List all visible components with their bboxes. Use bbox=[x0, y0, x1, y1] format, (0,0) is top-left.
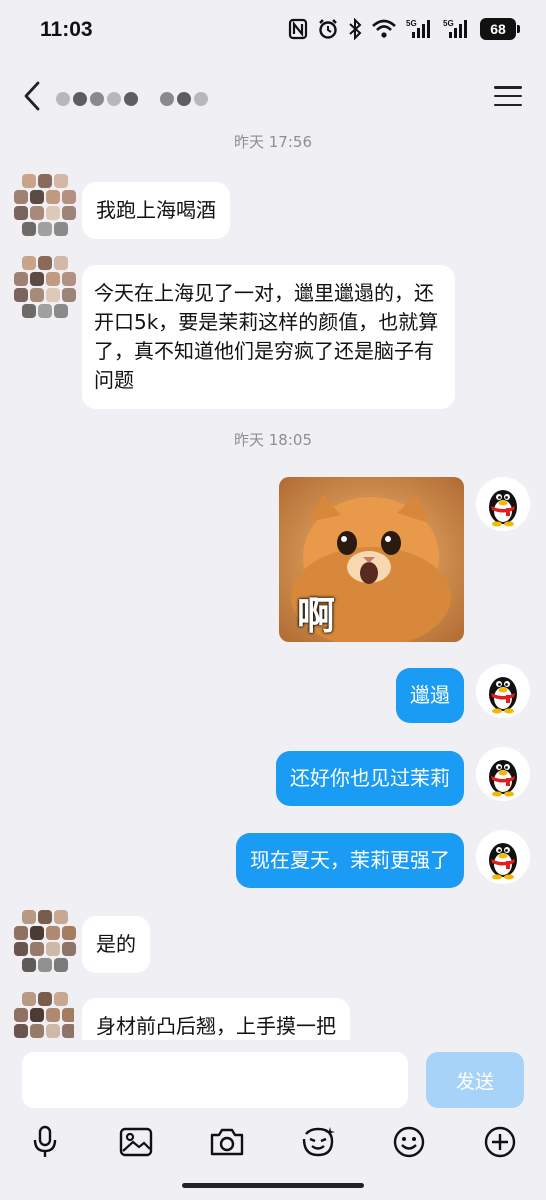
back-button[interactable] bbox=[14, 74, 50, 118]
camera-icon bbox=[210, 1128, 244, 1156]
sticker-button[interactable] bbox=[296, 1120, 340, 1164]
contact-avatar[interactable] bbox=[10, 256, 76, 322]
chevron-left-icon bbox=[24, 81, 40, 111]
camera-button[interactable] bbox=[205, 1120, 249, 1164]
contact-avatar[interactable] bbox=[10, 174, 76, 240]
contact-name-obscured[interactable] bbox=[56, 86, 208, 112]
penguin-icon bbox=[489, 843, 517, 880]
chat-header bbox=[0, 64, 546, 128]
photo-button[interactable] bbox=[114, 1120, 158, 1164]
status-time: 11:03 bbox=[40, 18, 93, 41]
message-input[interactable] bbox=[22, 1052, 408, 1108]
contact-avatar[interactable] bbox=[10, 910, 76, 976]
sticker-image[interactable]: 啊 bbox=[279, 477, 464, 642]
penguin-icon bbox=[489, 490, 517, 527]
menu-button[interactable] bbox=[494, 82, 522, 110]
bluetooth-icon bbox=[349, 18, 362, 40]
emoji-icon bbox=[393, 1126, 425, 1158]
my-avatar[interactable] bbox=[476, 664, 530, 718]
contact-avatar[interactable] bbox=[10, 992, 74, 1040]
sent-message[interactable]: 邋遢 bbox=[396, 668, 464, 723]
input-toolbar bbox=[0, 1120, 546, 1164]
microphone-icon bbox=[33, 1125, 57, 1157]
more-button[interactable] bbox=[478, 1120, 522, 1164]
hamburger-menu-icon bbox=[494, 86, 522, 89]
home-indicator[interactable] bbox=[182, 1183, 364, 1188]
voice-button[interactable] bbox=[23, 1120, 67, 1164]
penguin-icon bbox=[489, 677, 517, 714]
status-icons: 5G 5G 68 bbox=[288, 18, 520, 40]
image-icon bbox=[119, 1127, 153, 1157]
received-message[interactable]: 身材前凸后翘，上手摸一把 bbox=[82, 998, 350, 1040]
received-message[interactable]: 我跑上海喝酒 bbox=[82, 182, 230, 239]
timestamp: 昨天 18:05 bbox=[234, 431, 312, 449]
my-avatar[interactable] bbox=[476, 477, 530, 531]
emoji-button[interactable] bbox=[387, 1120, 431, 1164]
alarm-icon bbox=[319, 19, 337, 39]
input-area: 发送 bbox=[0, 1040, 546, 1200]
received-message[interactable]: 今天在上海见了一对，邋里邋遢的，还开口5k，要是茉莉这样的颜值，也就算了，真不知… bbox=[82, 265, 455, 409]
wifi-icon bbox=[372, 19, 396, 38]
penguin-icon bbox=[489, 760, 517, 797]
battery-indicator: 68 bbox=[480, 18, 520, 40]
plus-icon bbox=[484, 1126, 516, 1158]
timestamp: 昨天 17:56 bbox=[234, 133, 312, 151]
received-message[interactable]: 是的 bbox=[82, 916, 150, 973]
svg-text:5G: 5G bbox=[443, 19, 454, 28]
status-bar: 11:03 5G 5G 68 bbox=[0, 0, 546, 64]
signal-icon-2: 5G bbox=[443, 19, 467, 38]
send-button[interactable]: 发送 bbox=[426, 1052, 524, 1108]
nfc-icon bbox=[288, 18, 308, 40]
sticker-caption: 啊 bbox=[297, 594, 336, 638]
signal-icon-1: 5G bbox=[406, 19, 430, 38]
sent-message[interactable]: 还好你也见过茉莉 bbox=[276, 751, 464, 806]
sent-message[interactable]: 现在夏天，茉莉更强了 bbox=[236, 833, 464, 888]
my-avatar[interactable] bbox=[476, 830, 530, 884]
svg-text:5G: 5G bbox=[406, 19, 417, 28]
my-avatar[interactable] bbox=[476, 747, 530, 801]
sticker-face-icon bbox=[302, 1127, 335, 1157]
